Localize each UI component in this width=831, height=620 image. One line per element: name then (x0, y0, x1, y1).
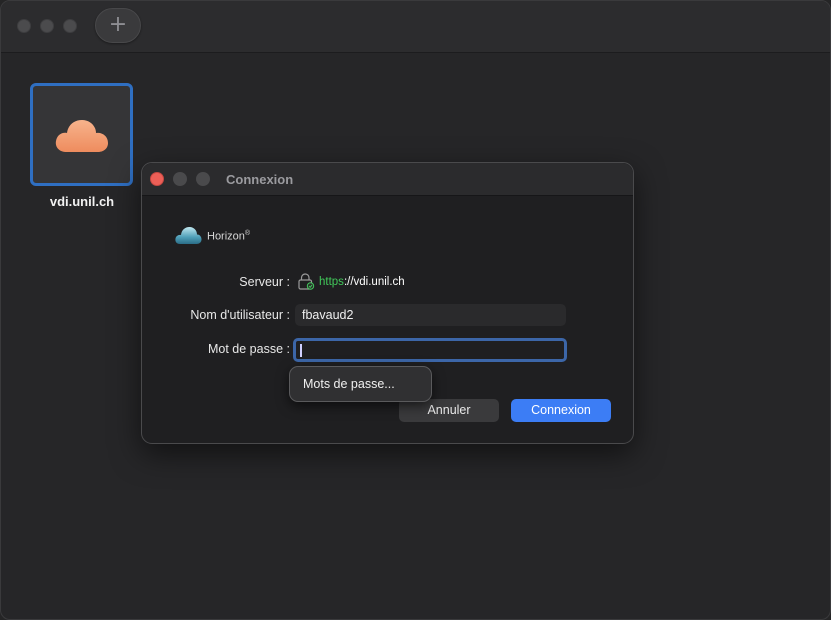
zoom-window-button[interactable] (63, 19, 77, 33)
lock-icon (298, 273, 315, 290)
dialog-zoom-button[interactable] (196, 172, 210, 186)
minimize-window-button[interactable] (40, 19, 54, 33)
server-tile[interactable] (30, 83, 133, 186)
cancel-button[interactable]: Annuler (399, 399, 499, 422)
cloud-icon (55, 120, 108, 152)
dialog-titlebar: Connexion (142, 163, 633, 196)
password-field[interactable] (293, 338, 567, 362)
horizon-brand: Horizon® (207, 230, 250, 243)
horizon-brand-name: Horizon (207, 230, 245, 243)
main-titlebar: + (1, 1, 830, 53)
text-caret (300, 344, 302, 357)
username-label: Nom d'utilisateur : (190, 308, 290, 322)
add-server-button[interactable]: + (95, 8, 141, 43)
password-label: Mot de passe : (208, 342, 290, 356)
dialog-close-button[interactable] (150, 172, 164, 186)
server-url-scheme: https (319, 276, 344, 288)
connexion-dialog: Connexion Horizon® Serveur : https://vdi… (141, 162, 634, 444)
close-window-button[interactable] (17, 19, 31, 33)
password-autofill-popup[interactable]: Mots de passe... (289, 366, 432, 402)
horizon-logo-icon (175, 227, 202, 244)
dialog-title: Connexion (226, 172, 294, 187)
username-field[interactable]: fbavaud2 (295, 304, 566, 326)
server-tile-label: vdi.unil.ch (49, 194, 115, 209)
autofill-passwords-item[interactable]: Mots de passe... (303, 377, 395, 391)
dialog-minimize-button[interactable] (173, 172, 187, 186)
server-url-host: ://vdi.unil.ch (343, 276, 405, 288)
main-window: + vdi.unil.ch Connexion Horizon® Serveur… (0, 0, 831, 620)
registered-mark: ® (244, 230, 251, 237)
connect-button[interactable]: Connexion (511, 399, 611, 422)
plus-icon: + (108, 12, 128, 37)
server-label: Serveur : (239, 275, 290, 289)
server-url: https://vdi.unil.ch (319, 276, 405, 288)
